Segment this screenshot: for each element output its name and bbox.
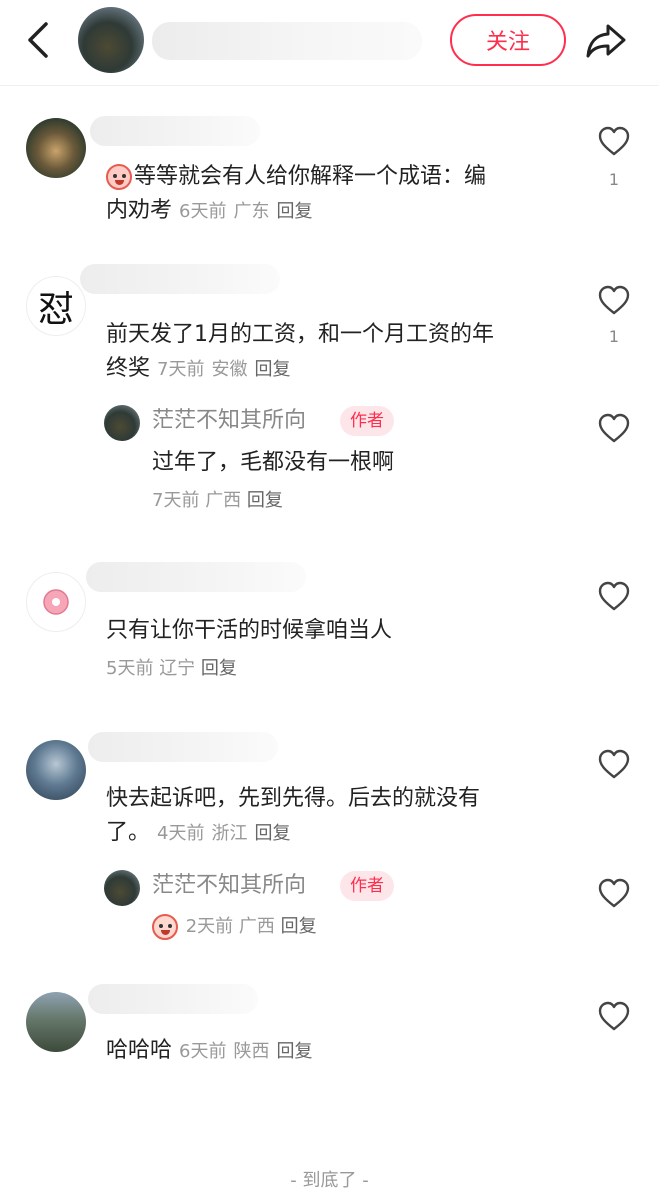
author-tag: 作者 <box>340 406 394 436</box>
comment-line-1: 前天发了1月的工资，和一个月工资的年 <box>106 322 494 347</box>
crying-laughing-emoji-icon <box>152 914 178 940</box>
comment-line-2: 了。 <box>106 820 151 845</box>
avatar-character: 怼 <box>37 289 74 330</box>
comment-text: 只有让你干活的时候拿咱当人 <box>106 618 393 643</box>
heart-icon[interactable] <box>597 1000 631 1032</box>
reply-meta: 2天前 广西 回复 <box>152 912 317 942</box>
author-tag: 作者 <box>340 871 394 901</box>
comment-location: 安徽 <box>211 359 248 380</box>
like-count: 1 <box>608 170 620 189</box>
commenter-avatar[interactable] <box>26 740 86 800</box>
end-of-list-label: - 到底了 - <box>290 1170 369 1191</box>
author-name-blurred <box>152 22 422 60</box>
reply-text: 过年了，毛都没有一根啊 <box>152 450 395 475</box>
reply-button[interactable]: 回复 <box>276 201 312 222</box>
follow-button[interactable]: 关注 <box>450 14 566 66</box>
comment-line-2: 终奖 <box>106 356 151 381</box>
reply-meta: 7天前 广西 回复 <box>152 486 283 516</box>
commenter-name-blurred <box>90 116 260 146</box>
reply-avatar[interactable] <box>104 870 140 906</box>
reply-avatar[interactable] <box>104 405 140 441</box>
comment-location: 浙江 <box>211 823 248 844</box>
comment-line-1: 等等就会有人给你解释一个成语：编 <box>134 164 487 189</box>
reply-button[interactable]: 回复 <box>276 1041 312 1062</box>
comment-time: 6天前 <box>179 201 227 222</box>
comment-location: 辽宁 <box>159 658 196 679</box>
back-chevron-icon[interactable] <box>20 20 56 60</box>
reply-button[interactable]: 回复 <box>201 658 237 679</box>
reply-author-name: 茫茫不知其所向 <box>152 873 307 898</box>
comment-line-1: 快去起诉吧，先到先得。后去的就没有 <box>106 786 481 811</box>
comment-time: 6天前 <box>179 1041 227 1062</box>
reply-button[interactable]: 回复 <box>254 823 290 844</box>
heart-icon[interactable] <box>597 412 631 444</box>
author-avatar[interactable] <box>78 7 144 73</box>
share-icon[interactable] <box>584 18 628 62</box>
commenter-name-blurred <box>88 732 278 762</box>
comment-line-2: 内劝考 <box>106 198 173 223</box>
heart-icon[interactable] <box>597 580 631 612</box>
heart-icon[interactable] <box>597 748 631 780</box>
comment-text: 哈哈哈 6天前 陕西 回复 <box>106 1034 312 1069</box>
comment-body: 哈哈哈 <box>106 1038 173 1063</box>
reply-button[interactable]: 回复 <box>281 916 317 937</box>
commenter-name-blurred <box>88 984 258 1014</box>
comment-text: 快去起诉吧，先到先得。后去的就没有 了。 4天前 浙江 回复 <box>106 782 586 851</box>
comment-location: 广东 <box>233 201 270 222</box>
commenter-avatar[interactable] <box>26 992 86 1052</box>
commenter-avatar[interactable] <box>26 118 86 178</box>
heart-icon[interactable] <box>597 125 631 157</box>
heart-icon[interactable] <box>597 284 631 316</box>
comment-meta: 5天前 辽宁 回复 <box>106 654 237 684</box>
comment-location: 陕西 <box>233 1041 270 1062</box>
reply-location: 广西 <box>205 490 242 511</box>
reply-time: 2天前 <box>185 916 234 937</box>
commenter-avatar[interactable]: 怼 <box>26 276 86 336</box>
comment-text: 等等就会有人给你解释一个成语：编 内劝考 6天前 广东 回复 <box>106 160 586 229</box>
comment-text: 前天发了1月的工资，和一个月工资的年 终奖 7天前 安徽 回复 <box>106 318 586 387</box>
commenter-name-blurred <box>80 264 280 294</box>
reply-location: 广西 <box>238 916 275 937</box>
commenter-name-blurred <box>86 562 306 592</box>
comment-time: 5天前 <box>106 658 154 679</box>
top-bar: 关注 <box>0 0 659 86</box>
donut-icon <box>43 589 69 615</box>
reply-author-name: 茫茫不知其所向 <box>152 408 307 433</box>
heart-icon[interactable] <box>597 877 631 909</box>
reply-button[interactable]: 回复 <box>247 490 283 511</box>
like-count: 1 <box>608 327 620 346</box>
reply-button[interactable]: 回复 <box>254 359 290 380</box>
comment-time: 4天前 <box>157 823 205 844</box>
commenter-avatar[interactable] <box>26 572 86 632</box>
laughing-face-emoji-icon <box>106 164 132 190</box>
reply-time: 7天前 <box>152 490 200 511</box>
comment-time: 7天前 <box>157 359 205 380</box>
